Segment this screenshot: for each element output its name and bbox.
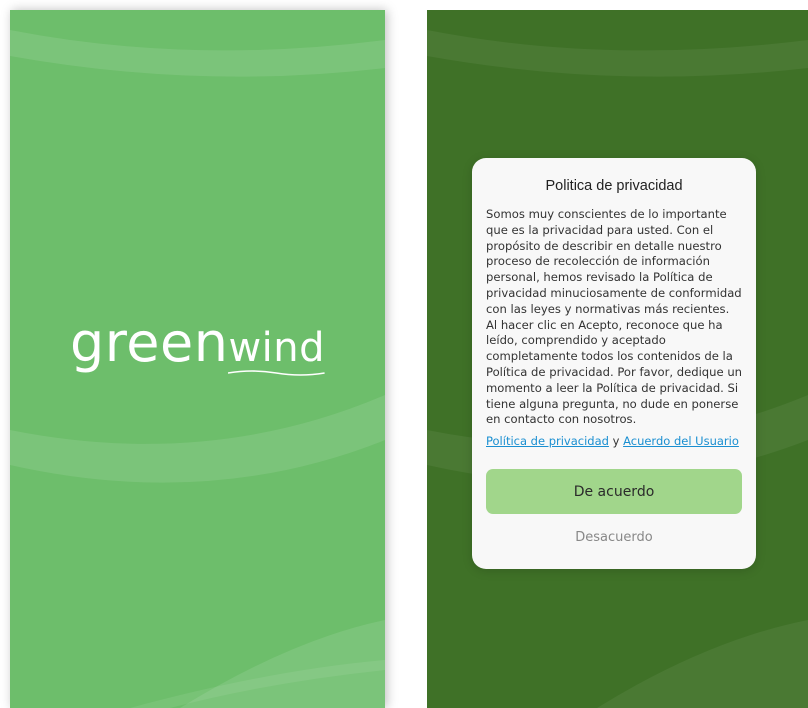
greenwind-logo: greenwind (10, 316, 385, 376)
logo-text-wind: wind (228, 325, 326, 376)
dialog-title: Politica de privacidad (545, 178, 683, 194)
user-agreement-link[interactable]: Acuerdo del Usuario (623, 434, 739, 448)
agree-button[interactable]: De acuerdo (486, 469, 742, 514)
logo-text-green: green (69, 311, 229, 374)
privacy-screen: Politica de privacidad Somos muy conscie… (427, 10, 808, 708)
logo-wave-icon (228, 370, 326, 376)
privacy-policy-link[interactable]: Política de privacidad (486, 434, 609, 448)
policy-links: Política de privacidad y Acuerdo del Usu… (486, 434, 744, 448)
links-separator: y (612, 434, 620, 448)
privacy-dialog: Politica de privacidad Somos muy conscie… (472, 158, 756, 569)
dialog-body-text: Somos muy conscientes de lo importante q… (486, 207, 743, 427)
splash-screen: greenwind (10, 10, 385, 708)
disagree-button[interactable]: Desacuerdo (486, 524, 742, 550)
logo-text-wind-label: wind (228, 325, 326, 371)
